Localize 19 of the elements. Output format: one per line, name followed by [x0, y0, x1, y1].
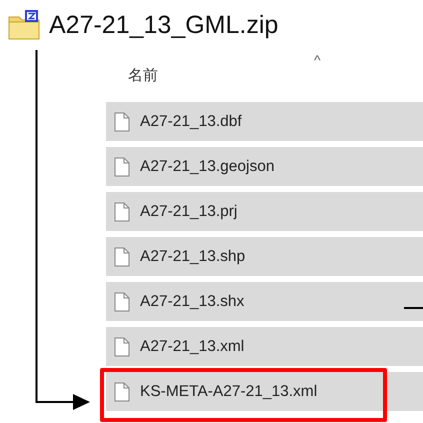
file-row[interactable]: A27-21_13.shp	[106, 237, 423, 276]
connector-line	[404, 307, 423, 309]
file-row[interactable]: A27-21_13.geojson	[106, 147, 423, 186]
file-row[interactable]: A27-21_13.shx	[106, 282, 423, 321]
file-icon	[114, 382, 130, 402]
column-header[interactable]: 名前	[128, 66, 158, 85]
zip-folder-icon	[7, 9, 41, 41]
sort-indicator[interactable]: ^	[314, 52, 321, 68]
file-icon	[114, 156, 130, 176]
file-row[interactable]: A27-21_13.xml	[106, 327, 423, 366]
file-row[interactable]: A27-21_13.dbf	[106, 102, 423, 141]
file-icon	[114, 246, 130, 266]
file-icon	[114, 202, 130, 222]
file-row[interactable]: KS-META-A27-21_13.xml	[106, 372, 423, 411]
archive-name: A27-21_13_GML.zip	[49, 10, 278, 40]
file-icon	[114, 292, 130, 312]
file-icon	[114, 112, 130, 132]
file-icon	[114, 336, 130, 356]
file-row[interactable]: A27-21_13.prj	[106, 192, 423, 231]
